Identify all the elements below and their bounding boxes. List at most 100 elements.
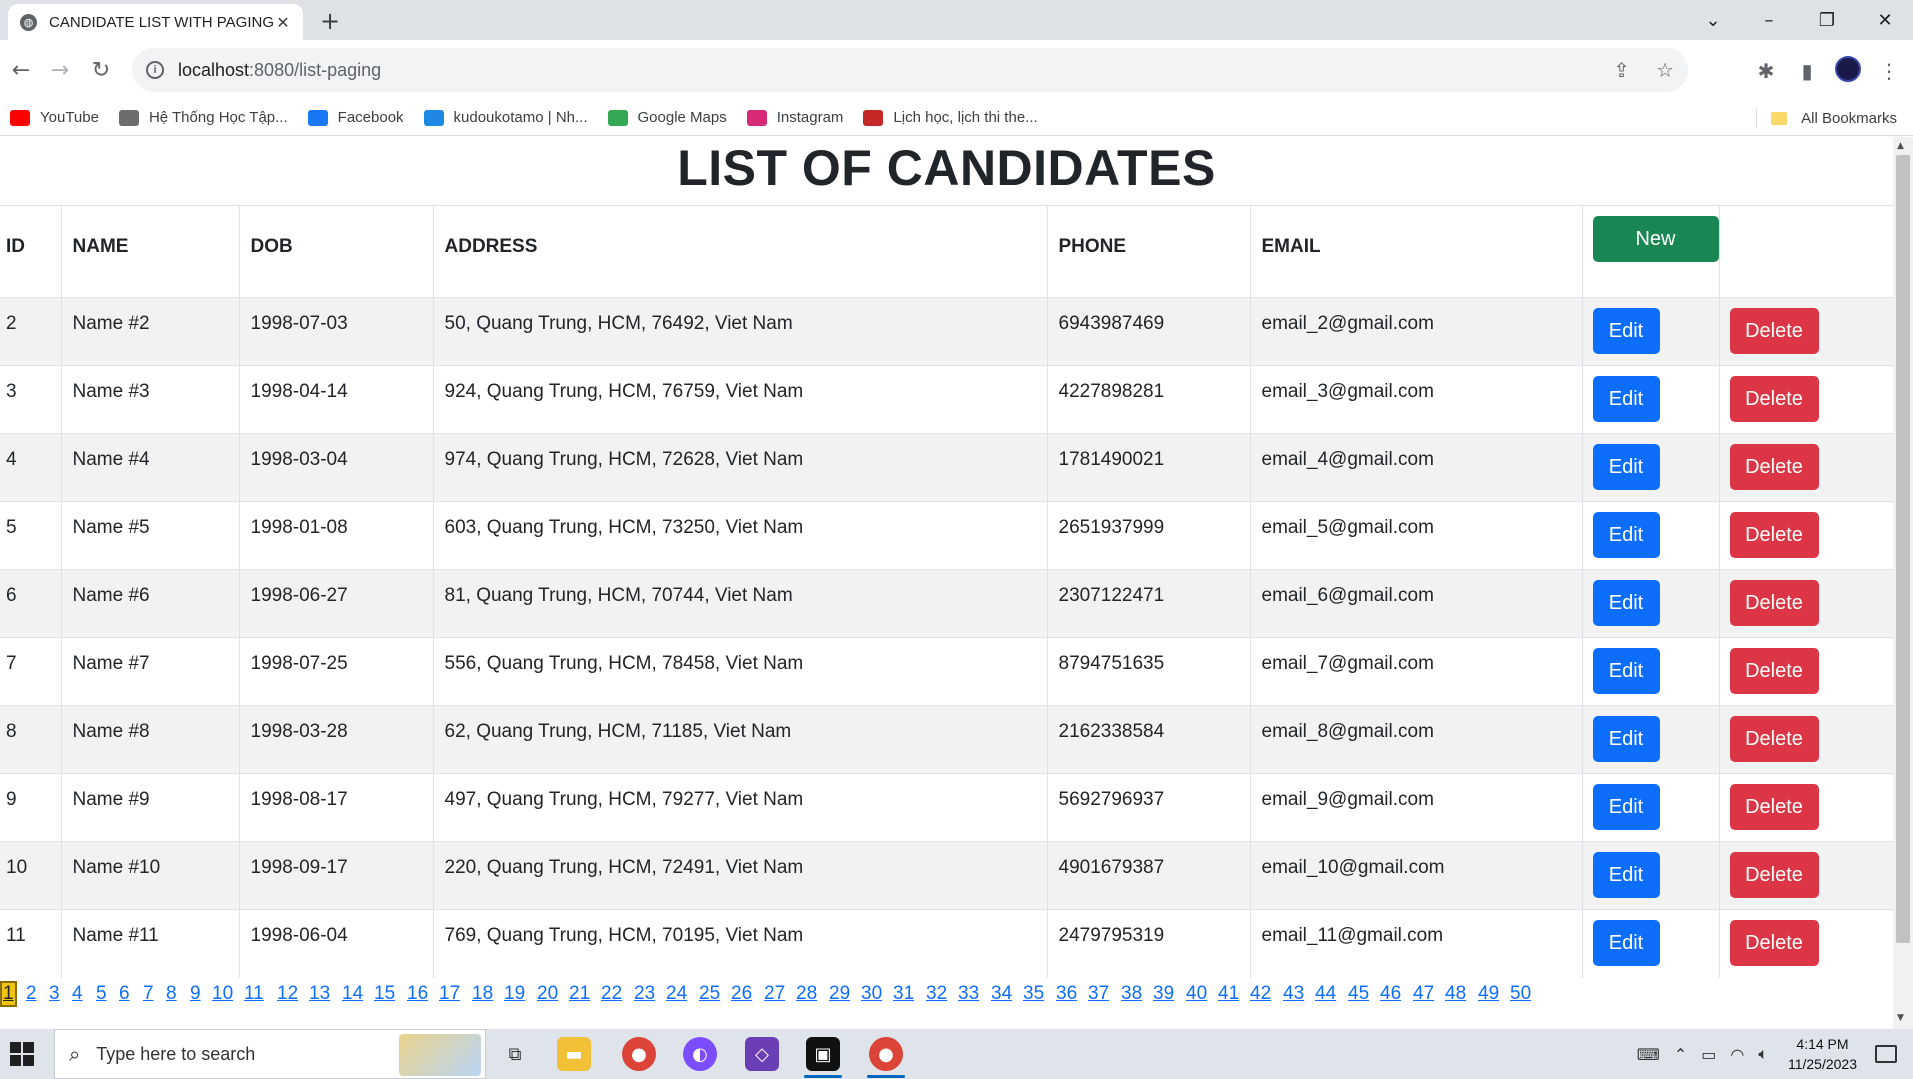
page-link[interactable]: 28: [796, 983, 817, 1005]
page-link[interactable]: 35: [1023, 983, 1044, 1005]
bookmark-item[interactable]: Facebook: [307, 109, 404, 126]
page-link[interactable]: 9: [190, 983, 201, 1005]
page-link[interactable]: 7: [143, 983, 154, 1005]
edit-button[interactable]: Edit: [1592, 512, 1660, 558]
page-link[interactable]: 26: [731, 983, 752, 1005]
page-link[interactable]: 1: [0, 981, 17, 1007]
bookmark-star-icon[interactable]: ☆: [1656, 58, 1674, 82]
page-link[interactable]: 33: [958, 983, 979, 1005]
scroll-down-icon[interactable]: ▼: [1897, 1013, 1904, 1023]
bookmark-item[interactable]: Google Maps: [607, 109, 727, 126]
page-link[interactable]: 18: [472, 983, 493, 1005]
page-link[interactable]: 10: [212, 983, 233, 1005]
share-icon[interactable]: ⇪: [1613, 58, 1630, 82]
close-window-button[interactable]: ✕: [1857, 0, 1913, 40]
page-link[interactable]: 34: [991, 983, 1012, 1005]
page-link[interactable]: 37: [1088, 983, 1109, 1005]
edit-button[interactable]: Edit: [1592, 852, 1660, 898]
menu-icon[interactable]: ⋮: [1876, 58, 1902, 84]
delete-button[interactable]: Delete: [1729, 784, 1819, 830]
page-link[interactable]: 46: [1380, 983, 1401, 1005]
page-link[interactable]: 42: [1250, 983, 1271, 1005]
page-link[interactable]: 4: [72, 983, 83, 1005]
edit-button[interactable]: Edit: [1592, 648, 1660, 694]
page-link[interactable]: 2: [26, 983, 37, 1005]
volume-icon[interactable]: 🔈︎: [1758, 1044, 1768, 1064]
page-link[interactable]: 3: [49, 983, 60, 1005]
page-link[interactable]: 30: [861, 983, 882, 1005]
page-link[interactable]: 45: [1348, 983, 1369, 1005]
intellij-icon[interactable]: ▣: [806, 1037, 840, 1071]
visual-studio-icon[interactable]: ◇: [745, 1037, 779, 1071]
scroll-thumb[interactable]: [1896, 155, 1910, 943]
page-link[interactable]: 31: [893, 983, 914, 1005]
minimize-button[interactable]: –: [1741, 0, 1797, 40]
bookmark-item[interactable]: Instagram: [746, 109, 843, 126]
task-view-icon[interactable]: ⧉: [498, 1037, 532, 1071]
scroll-up-icon[interactable]: ▲: [1897, 141, 1904, 151]
page-link[interactable]: 44: [1315, 983, 1336, 1005]
taskbar-search-input[interactable]: ⌕ Type here to search: [54, 1029, 486, 1079]
page-link[interactable]: 43: [1283, 983, 1304, 1005]
edit-button[interactable]: Edit: [1592, 444, 1660, 490]
page-link[interactable]: 12: [277, 983, 298, 1005]
vpn-icon[interactable]: ◐: [683, 1037, 717, 1071]
restore-button[interactable]: ❐: [1799, 0, 1855, 40]
page-link[interactable]: 39: [1153, 983, 1174, 1005]
edit-button[interactable]: Edit: [1592, 580, 1660, 626]
file-explorer-icon[interactable]: ▬: [557, 1037, 591, 1071]
delete-button[interactable]: Delete: [1729, 648, 1819, 694]
address-bar[interactable]: i localhost:8080/list-paging ⇪ ☆: [132, 48, 1688, 92]
page-link[interactable]: 21: [569, 983, 590, 1005]
page-link[interactable]: 17: [439, 983, 460, 1005]
page-link[interactable]: 47: [1413, 983, 1434, 1005]
page-link[interactable]: 38: [1121, 983, 1142, 1005]
chrome-icon[interactable]: ●: [622, 1037, 656, 1071]
bookmark-item[interactable]: Lịch học, lịch thi the...: [863, 109, 1038, 126]
notifications-icon[interactable]: [1875, 1045, 1897, 1063]
page-link[interactable]: 5: [96, 983, 107, 1005]
page-link[interactable]: 48: [1445, 983, 1466, 1005]
page-link[interactable]: 22: [601, 983, 622, 1005]
page-link[interactable]: 14: [342, 983, 363, 1005]
page-link[interactable]: 8: [166, 983, 177, 1005]
delete-button[interactable]: Delete: [1729, 444, 1819, 490]
chrome-active-icon[interactable]: ●: [869, 1037, 903, 1071]
close-tab-icon[interactable]: ✕: [273, 13, 293, 32]
back-icon[interactable]: ←: [4, 53, 38, 87]
page-link[interactable]: 16: [407, 983, 428, 1005]
delete-button[interactable]: Delete: [1729, 580, 1819, 626]
page-link[interactable]: 23: [634, 983, 655, 1005]
delete-button[interactable]: Delete: [1729, 852, 1819, 898]
page-link[interactable]: 49: [1478, 983, 1499, 1005]
new-tab-button[interactable]: +: [316, 7, 344, 35]
battery-icon[interactable]: ▭: [1701, 1045, 1716, 1064]
delete-button[interactable]: Delete: [1729, 376, 1819, 422]
page-link[interactable]: 20: [537, 983, 558, 1005]
edit-button[interactable]: Edit: [1592, 308, 1660, 354]
page-link[interactable]: 41: [1218, 983, 1239, 1005]
edit-button[interactable]: Edit: [1592, 784, 1660, 830]
page-link[interactable]: 19: [504, 983, 525, 1005]
page-link[interactable]: 13: [309, 983, 330, 1005]
delete-button[interactable]: Delete: [1729, 716, 1819, 762]
delete-button[interactable]: Delete: [1729, 512, 1819, 558]
delete-button[interactable]: Delete: [1729, 308, 1819, 354]
reload-icon[interactable]: ↻: [84, 53, 118, 87]
page-link[interactable]: 40: [1186, 983, 1207, 1005]
windows-start-icon[interactable]: [10, 1042, 34, 1066]
page-link[interactable]: 32: [926, 983, 947, 1005]
side-panel-icon[interactable]: ▮: [1794, 58, 1820, 84]
page-link[interactable]: 29: [829, 983, 850, 1005]
page-link[interactable]: 50: [1510, 983, 1531, 1005]
bookmark-item[interactable]: kudoukotamo | Nh...: [423, 109, 588, 126]
keyboard-icon[interactable]: ⌨: [1637, 1045, 1660, 1064]
page-link[interactable]: 6: [119, 983, 130, 1005]
page-link[interactable]: 25: [699, 983, 720, 1005]
tab-search-icon[interactable]: ⌄: [1685, 0, 1741, 40]
show-hidden-icons[interactable]: ⌃: [1674, 1045, 1687, 1064]
profile-avatar[interactable]: [1835, 56, 1861, 82]
page-link[interactable]: 27: [764, 983, 785, 1005]
browser-tab[interactable]: ◍ CANDIDATE LIST WITH PAGING ✕: [8, 4, 303, 40]
site-info-icon[interactable]: i: [146, 61, 164, 79]
